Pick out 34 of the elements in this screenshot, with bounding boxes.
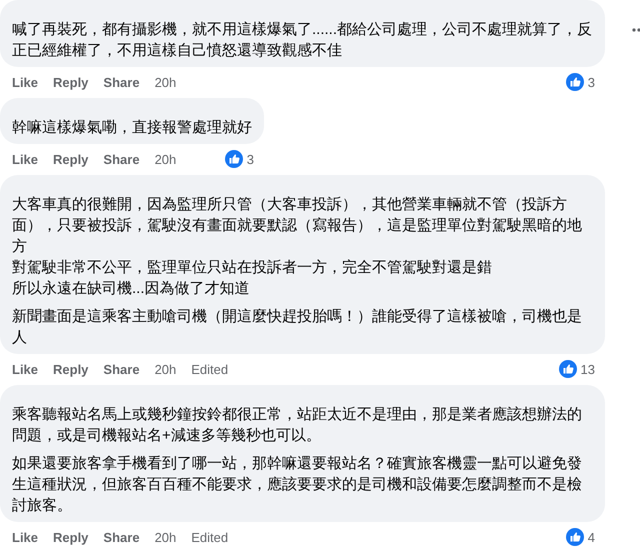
comment-text: 對駕駛非常不公平，監理單位只站在投訴者一方，完全不管駕駛對還是錯 [12,258,493,278]
action-link[interactable]: Reply [53,152,88,166]
reaction-count: 3 [588,74,595,90]
comment-text: 新聞畫面是這乘客主動嗆司機（開這麼快趕投胎嗎！）誰能受得了這樣被嗆，司機也是人 [12,307,583,348]
action-link[interactable]: Reply [53,530,88,544]
comment-text: 大客車真的很難開，因為監理所只管（大客車投訴），其他營業車輛就不管（投訴方面），只要被投訴，駕駛沒有畫面就要默認（寫報告），這是監理單位對駕駛黑暗的地方 [12,195,583,257]
action-link[interactable]: Like [12,74,38,90]
edited-label: Edited [191,362,228,376]
action-link[interactable]: Share [103,74,140,90]
reaction-count: 13 [580,362,595,376]
reaction-count: 3 [246,152,254,166]
thumbs-up-icon[interactable] [566,528,584,546]
timestamp: 20h [154,152,176,166]
action-link[interactable]: Share [103,362,140,376]
comment-text: 如果還要旅客拿手機看到了哪一站，那幹嘛還要報站名？確實旅客機靈一點可以避免發生這種狀況，但旅客百百種不能要求，應該要要求的是司機和設備要怎麼調整而不是檢討旅客。 [12,454,583,516]
action-link[interactable]: Reply [53,74,88,90]
thumbs-up-icon[interactable] [224,150,243,168]
timestamp: 20h [154,362,176,376]
timestamp: 20h [154,530,176,544]
action-link[interactable]: Like [12,152,38,166]
reaction-count: 4 [588,530,595,544]
action-link[interactable]: Share [103,152,140,166]
timestamp: 20h [154,74,176,90]
comment-text: 幹嘛這樣爆氣嘞，直接報警處理就好 [12,118,252,138]
thumbs-up-icon[interactable] [558,360,577,378]
action-link[interactable]: Share [103,530,140,544]
comment-text: 所以永遠在缺司機...因為做了才知道 [12,279,251,299]
action-link[interactable]: Like [12,530,38,544]
thumbs-up-icon[interactable] [566,73,584,91]
comment-text: 喊了再裝死，都有攝影機，就不用這樣爆氣了......都給公司處理，公司不處理就算了，反正已經維權了，不用這樣自己憤怒還導致觀感不佳 [12,20,593,61]
comment-text: 乘客聽報站名馬上或幾秒鐘按鈴都很正常，站距太近不是理由，那是業者應該想辦法的問題，或是司機報站名+減速多等幾秒也可以。 [12,405,583,446]
action-link[interactable]: Like [12,362,38,376]
edited-label: Edited [191,530,228,544]
action-link[interactable]: Reply [53,362,88,376]
